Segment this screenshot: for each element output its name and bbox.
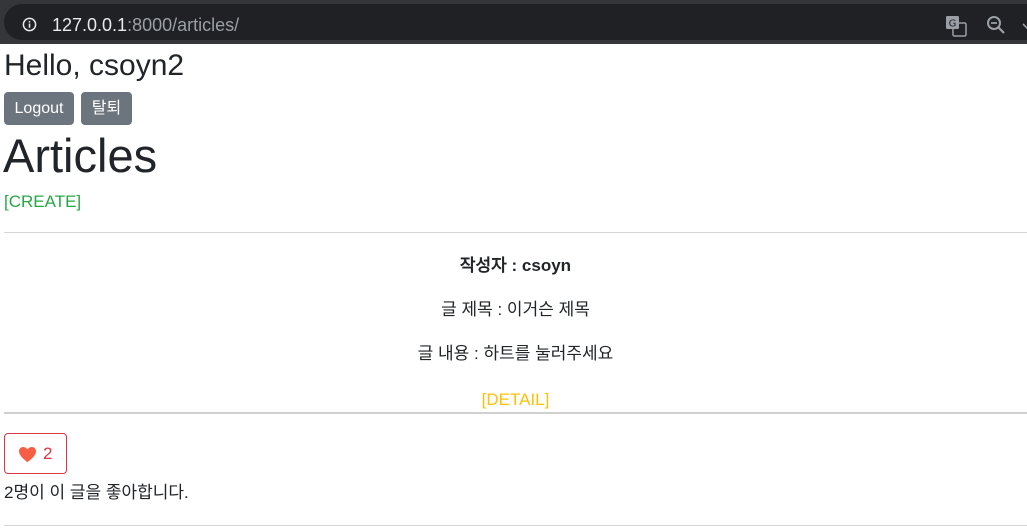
url-text[interactable]: 127.0.0.1:8000/articles/: [52, 13, 239, 37]
translate-icon[interactable]: G: [945, 15, 967, 37]
like-summary: 2명이 이 글을 좋아합니다.: [4, 483, 189, 502]
svg-text:G: G: [949, 19, 957, 30]
more-icon[interactable]: [1022, 16, 1027, 36]
withdraw-button[interactable]: 탈퇴: [81, 92, 132, 125]
like-count: 2: [43, 444, 53, 463]
divider: [4, 525, 1027, 526]
create-link[interactable]: [CREATE]: [4, 190, 81, 214]
heart-icon: [19, 446, 36, 463]
url-path: :8000/articles/: [127, 15, 240, 35]
divider: [4, 412, 1027, 414]
article-title: 글 제목 : 이거슨 제목: [441, 300, 590, 319]
logout-button[interactable]: Logout: [4, 92, 74, 125]
page-title: Articles: [3, 129, 158, 182]
article-author: 작성자 : csoyn: [459, 256, 572, 275]
like-button[interactable]: 2: [4, 433, 67, 474]
address-bar[interactable]: 127.0.0.1:8000/articles/ G: [4, 4, 1027, 40]
detail-link[interactable]: [DETAIL]: [4, 388, 1027, 412]
article-content: 글 내용 : 하트를 눌러주세요: [417, 344, 614, 363]
greeting-text: Hello, csoyn2: [4, 49, 185, 82]
page-content: Hello, csoyn2 Logout 탈퇴 Articles [CREATE…: [0, 44, 1027, 532]
browser-toolbar: 127.0.0.1:8000/articles/ G: [0, 0, 1027, 44]
url-host: 127.0.0.1: [52, 15, 128, 35]
divider: [4, 232, 1027, 233]
info-icon[interactable]: [22, 17, 37, 32]
zoom-out-icon[interactable]: [986, 15, 1006, 35]
